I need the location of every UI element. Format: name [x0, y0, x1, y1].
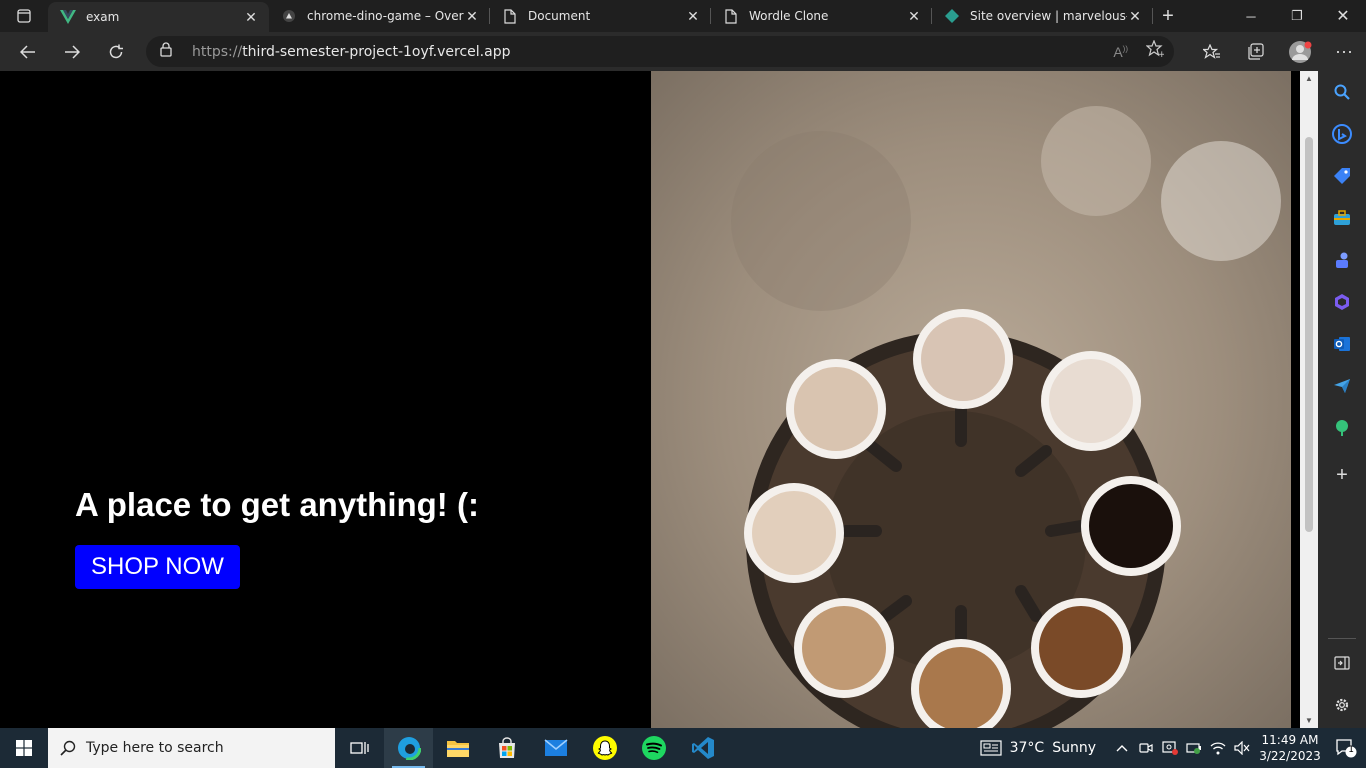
- forward-arrow-icon: [65, 44, 80, 59]
- tab-actions-icon[interactable]: [0, 0, 48, 32]
- close-tab-icon[interactable]: ✕: [243, 9, 259, 25]
- tab-chrome-dino-game[interactable]: chrome-dino-game – Overvie ✕: [269, 0, 490, 32]
- forward-button[interactable]: [50, 32, 94, 71]
- close-tab-icon[interactable]: ✕: [464, 8, 480, 24]
- notification-count-badge: 1: [1348, 745, 1354, 755]
- web-page: A place to get anything! (: SHOP NOW: [0, 71, 1300, 728]
- scrollbar-thumb[interactable]: [1305, 137, 1313, 532]
- search-placeholder: Type here to search: [86, 740, 224, 756]
- tab-title: chrome-dino-game – Overvie: [307, 9, 464, 23]
- coffee-cups-illustration: [731, 106, 1281, 728]
- coffee-cups-hero-image: [651, 71, 1291, 728]
- battery-icon[interactable]: [1182, 728, 1206, 768]
- weather-news-icon: [980, 740, 1002, 756]
- tab-title: Document: [528, 9, 591, 23]
- task-view-icon[interactable]: [335, 728, 384, 768]
- notification-center-icon[interactable]: 1: [1326, 728, 1366, 768]
- profile-avatar[interactable]: [1278, 32, 1322, 71]
- favorites-icon[interactable]: [1190, 32, 1234, 71]
- shop-now-button[interactable]: SHOP NOW: [75, 545, 240, 589]
- tab-separator: [1152, 8, 1153, 24]
- edge-taskbar-icon[interactable]: [384, 728, 433, 768]
- clock-date: 3/22/2023: [1259, 749, 1321, 763]
- document-icon: [723, 8, 739, 24]
- edge-sidebar: +: [1318, 71, 1366, 728]
- restore-icon[interactable]: ❐: [1274, 0, 1320, 32]
- lock-icon[interactable]: [160, 41, 176, 62]
- windows-taskbar: Type here to search 37°C Sunny 11:49 AM …: [0, 728, 1366, 768]
- refresh-button[interactable]: [94, 32, 138, 71]
- weather-widget[interactable]: 37°C Sunny: [980, 740, 1096, 756]
- browser-tab-bar: exam ✕ chrome-dino-game – Overvie ✕ Docu…: [0, 0, 1366, 32]
- browser-toolbar: https://third-semester-project-1oyf.verc…: [0, 32, 1366, 71]
- back-button[interactable]: [6, 32, 50, 71]
- taskbar-clock[interactable]: 11:49 AM 3/22/2023: [1254, 732, 1326, 764]
- clock-time: 11:49 AM: [1261, 733, 1319, 747]
- taskbar-search-icon: [60, 740, 76, 756]
- close-tab-icon[interactable]: ✕: [906, 8, 922, 24]
- system-tray: 37°C Sunny 11:49 AM 3/22/2023 1: [980, 728, 1366, 768]
- spotify-icon[interactable]: [629, 728, 678, 768]
- search-icon[interactable]: [1318, 74, 1366, 110]
- games-icon[interactable]: [1318, 242, 1366, 278]
- weather-temperature: 37°C: [1009, 740, 1045, 756]
- add-sidebar-app-icon[interactable]: +: [1318, 457, 1366, 493]
- url-prefix: https://: [192, 43, 243, 60]
- tools-icon[interactable]: [1318, 200, 1366, 236]
- mail-icon[interactable]: [531, 728, 580, 768]
- read-aloud-icon[interactable]: A)): [1113, 44, 1128, 60]
- refresh-icon: [109, 44, 123, 58]
- tree-icon[interactable]: [1318, 410, 1366, 446]
- scroll-up-arrow-icon[interactable]: ▲: [1304, 74, 1314, 83]
- bing-chat-icon[interactable]: [1318, 116, 1366, 152]
- close-tab-icon[interactable]: ✕: [685, 8, 701, 24]
- back-arrow-icon: [20, 44, 35, 59]
- outlook-icon[interactable]: [1318, 326, 1366, 362]
- file-explorer-icon[interactable]: [433, 728, 482, 768]
- send-icon[interactable]: [1318, 368, 1366, 404]
- url-text: https://third-semester-project-1oyf.verc…: [192, 44, 510, 60]
- minimize-icon[interactable]: ─: [1228, 0, 1274, 32]
- vscode-icon[interactable]: [678, 728, 727, 768]
- add-favorite-icon[interactable]: +: [1145, 39, 1166, 63]
- tab-exam[interactable]: exam ✕: [48, 2, 269, 32]
- netlify-icon: [944, 8, 960, 24]
- page-scrollbar[interactable]: ▲ ▼: [1300, 71, 1318, 728]
- tab-wordle-clone[interactable]: Wordle Clone ✕: [711, 0, 932, 32]
- window-controls: ─ ❐ ✕: [1228, 0, 1366, 32]
- sidebar-divider: [1328, 638, 1356, 639]
- show-hidden-icons-chevron-up-icon[interactable]: [1110, 728, 1134, 768]
- windows-start-icon[interactable]: [0, 728, 48, 768]
- wifi-icon[interactable]: [1206, 728, 1230, 768]
- shopping-tag-icon[interactable]: [1318, 158, 1366, 194]
- collections-icon[interactable]: [1234, 32, 1278, 71]
- tab-title: exam: [86, 10, 120, 24]
- hero-headline: A place to get anything! (:: [75, 486, 479, 523]
- camera-privacy-icon[interactable]: [1158, 728, 1182, 768]
- address-bar[interactable]: https://third-semester-project-1oyf.verc…: [146, 36, 1174, 67]
- url-host: third-semester-project-1oyf.vercel.app: [242, 43, 511, 60]
- snapchat-icon[interactable]: [580, 728, 629, 768]
- scroll-down-arrow-icon[interactable]: ▼: [1304, 716, 1314, 725]
- svg-text:+: +: [1158, 50, 1164, 58]
- sidebar-settings-gear-icon[interactable]: [1318, 687, 1366, 723]
- new-tab-button[interactable]: +: [1153, 0, 1183, 32]
- vue-icon: [60, 9, 76, 25]
- vercel-icon: [281, 8, 297, 24]
- tab-site-overview[interactable]: Site overview | marvelous-em ✕: [932, 0, 1153, 32]
- weather-description: Sunny: [1052, 740, 1096, 756]
- volume-muted-icon[interactable]: [1230, 728, 1254, 768]
- close-window-icon[interactable]: ✕: [1320, 0, 1366, 32]
- tab-document[interactable]: Document ✕: [490, 0, 711, 32]
- document-icon: [502, 8, 518, 24]
- close-tab-icon[interactable]: ✕: [1127, 8, 1143, 24]
- microsoft-store-icon[interactable]: [482, 728, 531, 768]
- meet-now-icon[interactable]: [1134, 728, 1158, 768]
- tab-title: Site overview | marvelous-em: [970, 9, 1127, 23]
- settings-more-icon[interactable]: ···: [1322, 32, 1366, 71]
- taskbar-search-box[interactable]: Type here to search: [48, 728, 335, 768]
- microsoft-365-icon[interactable]: [1318, 284, 1366, 320]
- tab-title: Wordle Clone: [749, 9, 829, 23]
- hide-sidebar-icon[interactable]: [1318, 645, 1366, 681]
